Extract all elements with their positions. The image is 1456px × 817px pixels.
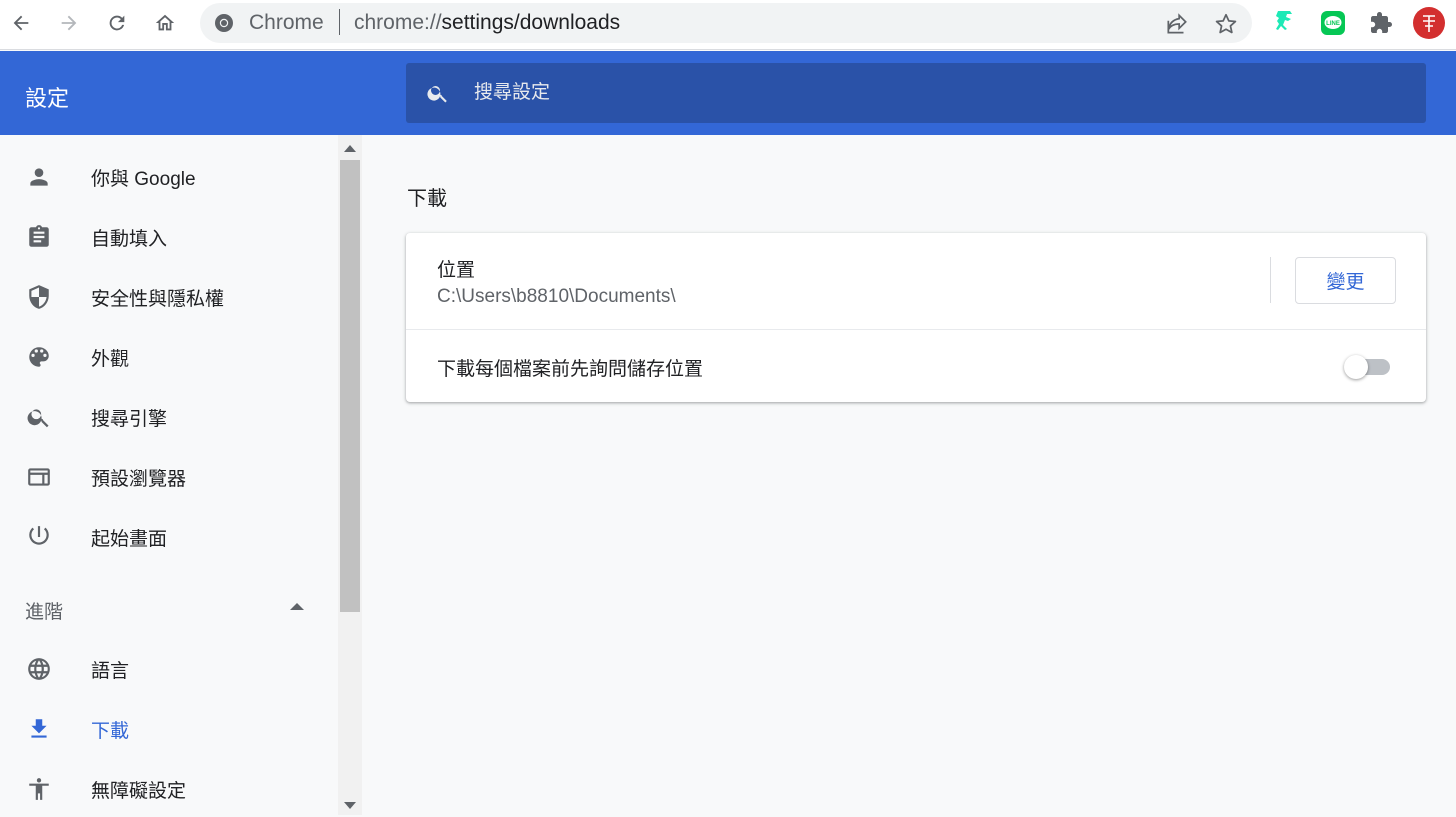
dinosaur-extension-icon xyxy=(1276,11,1292,30)
sidebar-item-label: 自動填入 xyxy=(91,228,168,250)
sidebar-item-on-startup[interactable]: 起始畫面 xyxy=(0,509,338,565)
palette-icon xyxy=(26,344,52,370)
settings-sidebar: 你與 Google 自動填入 安全性與隱私權 外觀 搜尋引擎 預設瀏覽器 起始畫… xyxy=(0,135,338,815)
sidebar-item-label: 預設瀏覽器 xyxy=(91,468,187,490)
location-path: C:\Users\b8810\Documents\ xyxy=(437,286,676,307)
settings-search-box[interactable] xyxy=(406,63,1426,123)
sidebar-item-label: 搜尋引擎 xyxy=(91,408,168,430)
clipboard-icon xyxy=(26,224,52,250)
location-label: 位置 xyxy=(437,260,476,281)
reload-button[interactable] xyxy=(99,5,135,41)
sidebar-item-privacy-security[interactable]: 安全性與隱私權 xyxy=(0,269,338,325)
omnibox-url[interactable]: chrome://settings/downloads xyxy=(354,11,621,34)
shield-icon xyxy=(26,284,52,310)
omnibox[interactable]: Chrome chrome://settings/downloads xyxy=(200,3,1252,43)
sidebar-item-label: 外觀 xyxy=(91,348,130,370)
omnibox-site-name: Chrome xyxy=(249,11,324,34)
forward-arrow-icon xyxy=(61,15,77,31)
search-icon xyxy=(427,86,447,103)
sidebar-item-label: 安全性與隱私權 xyxy=(91,288,225,310)
back-button[interactable] xyxy=(3,5,39,41)
url-scheme: chrome:// xyxy=(354,11,442,34)
globe-icon xyxy=(26,656,52,682)
browser-window-icon xyxy=(26,464,52,490)
chrome-logo-icon xyxy=(215,14,233,32)
profile-avatar-button[interactable] xyxy=(1413,7,1445,39)
sidebar-item-downloads[interactable]: 下載 xyxy=(0,701,338,757)
sidebar-item-label: 下載 xyxy=(91,720,130,742)
browser-toolbar: Chrome chrome://settings/downloads LINE xyxy=(0,0,1456,50)
settings-search-input[interactable] xyxy=(474,63,1374,123)
share-icon[interactable] xyxy=(1164,11,1190,37)
sidebar-item-accessibility[interactable]: 無障礙設定 xyxy=(0,761,338,817)
home-icon xyxy=(155,14,175,31)
puzzle-piece-icon xyxy=(1371,12,1392,33)
section-title: 下載 xyxy=(407,188,447,210)
downloads-settings-card: 位置 C:\Users\b8810\Documents\ 變更 下載每個檔案前先… xyxy=(406,233,1426,402)
extensions-menu-button[interactable] xyxy=(1365,7,1397,39)
page-title: 設定 xyxy=(25,86,70,111)
sidebar-item-autofill[interactable]: 自動填入 xyxy=(0,209,338,265)
extension-line-button[interactable]: LINE xyxy=(1317,7,1349,39)
row-divider xyxy=(406,329,1426,330)
back-arrow-icon xyxy=(13,15,29,31)
url-path: settings/downloads xyxy=(441,11,621,34)
sidebar-scrollbar[interactable] xyxy=(338,135,362,815)
power-icon xyxy=(26,524,52,550)
advanced-label: 進階 xyxy=(25,602,64,623)
caret-up-icon xyxy=(290,603,304,610)
scroll-up-arrow-icon[interactable] xyxy=(344,145,356,152)
change-location-button[interactable]: 變更 xyxy=(1295,257,1396,304)
sidebar-item-default-browser[interactable]: 預設瀏覽器 xyxy=(0,449,338,505)
svg-text:LINE: LINE xyxy=(1326,21,1340,27)
bookmark-star-icon[interactable] xyxy=(1213,11,1239,37)
sidebar-item-label: 起始畫面 xyxy=(91,528,168,550)
sidebar-item-languages[interactable]: 語言 xyxy=(0,641,338,697)
accessibility-icon xyxy=(26,776,52,802)
sidebar-item-label: 你與 Google xyxy=(91,168,196,190)
toggle-knob xyxy=(1344,355,1368,379)
sidebar-item-label: 語言 xyxy=(91,660,130,682)
sidebar-item-search-engine[interactable]: 搜尋引擎 xyxy=(0,389,338,445)
scrollbar-thumb[interactable] xyxy=(340,160,360,612)
extension-dino-button[interactable] xyxy=(1269,7,1301,39)
line-extension-icon: LINE xyxy=(1321,11,1345,35)
search-icon xyxy=(26,404,52,430)
profile-avatar-icon xyxy=(1413,7,1445,39)
ask-where-to-save-toggle[interactable] xyxy=(1344,354,1392,379)
download-icon xyxy=(26,716,52,742)
sidebar-item-label: 無障礙設定 xyxy=(91,780,187,802)
sidebar-advanced-toggle[interactable]: 進階 xyxy=(0,585,338,631)
reload-icon xyxy=(109,15,125,31)
forward-button[interactable] xyxy=(51,5,87,41)
sidebar-item-appearance[interactable]: 外觀 xyxy=(0,329,338,385)
scroll-down-arrow-icon[interactable] xyxy=(344,802,356,809)
home-button[interactable] xyxy=(147,5,183,41)
person-icon xyxy=(26,164,52,190)
sidebar-item-you-and-google[interactable]: 你與 Google xyxy=(0,149,338,205)
vertical-divider xyxy=(1270,257,1271,303)
omnibox-separator xyxy=(339,9,340,35)
settings-header: 設定 xyxy=(0,51,1456,135)
ask-where-to-save-label: 下載每個檔案前先詢問儲存位置 xyxy=(437,359,704,380)
